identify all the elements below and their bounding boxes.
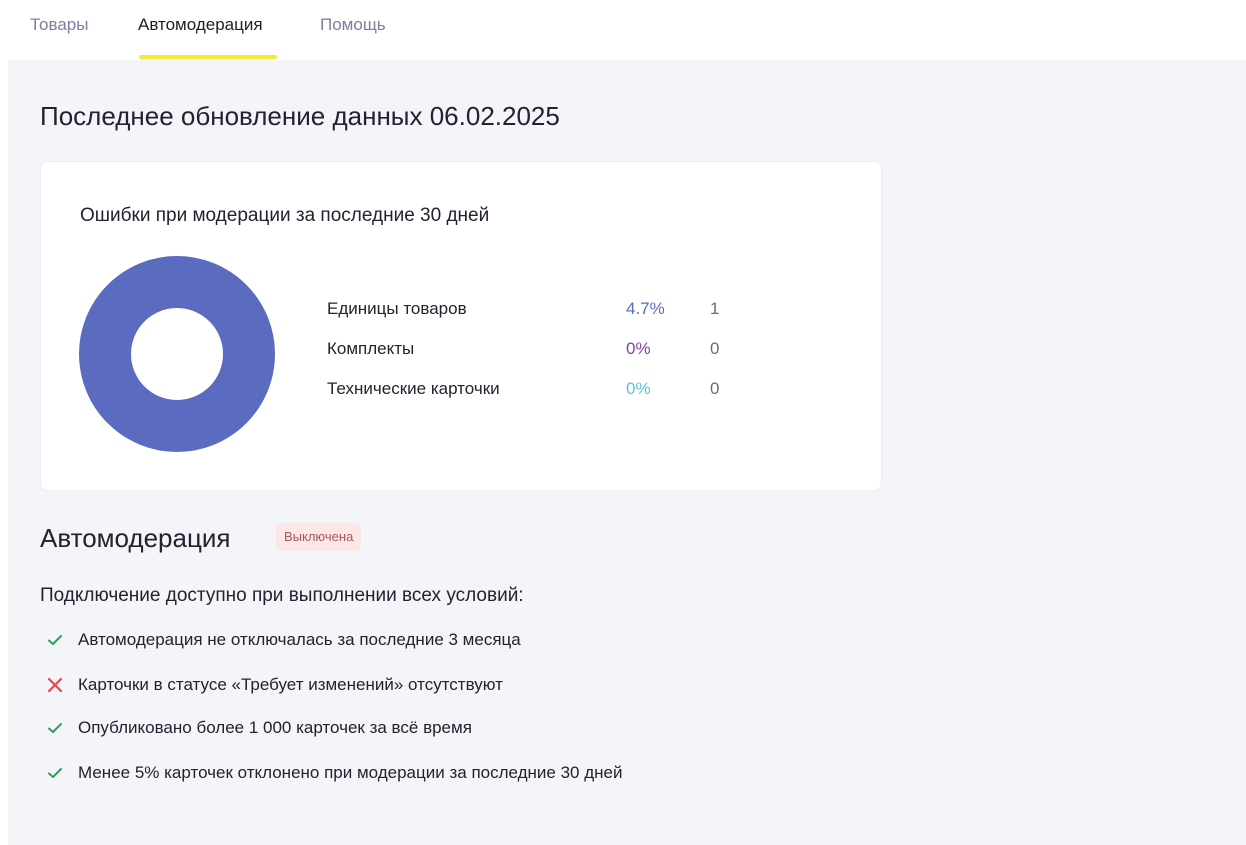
- condition-text: Опубликовано более 1 000 карточек за всё…: [78, 718, 472, 737]
- page-title: Последнее обновление данных 06.02.2025: [40, 101, 560, 131]
- tab-automoderation[interactable]: Автомодерация: [138, 14, 263, 36]
- check-icon: [48, 768, 62, 778]
- condition-text: Автомодерация не отключалась за последни…: [78, 630, 521, 649]
- condition-item: Менее 5% карточек отклонено при модераци…: [46, 761, 846, 785]
- check-icon: [48, 635, 62, 645]
- condition-text: Карточки в статусе «Требует изменений» о…: [78, 675, 503, 694]
- top-tabs: Товары Автомодерация Помощь: [0, 0, 1246, 60]
- tab-help[interactable]: Помощь: [320, 14, 386, 36]
- condition-item: Автомодерация не отключалась за последни…: [46, 628, 846, 652]
- legend-count: 1: [710, 299, 720, 318]
- legend-percent: 0%: [626, 339, 651, 358]
- moderation-errors-card: Ошибки при модерации за последние 30 дне…: [40, 161, 882, 491]
- condition-item: Опубликовано более 1 000 карточек за всё…: [46, 716, 846, 740]
- legend-percent: 4.7%: [626, 299, 665, 318]
- condition-item: Карточки в статусе «Требует изменений» о…: [46, 673, 846, 697]
- conditions-title: Подключение доступно при выполнении всех…: [40, 585, 524, 606]
- legend-percent: 0%: [626, 379, 651, 398]
- automoderation-title: Автомодерация: [40, 523, 231, 553]
- status-badge: Выключена: [276, 523, 362, 551]
- card-title: Ошибки при модерации за последние 30 дне…: [80, 205, 490, 226]
- legend-row-bundles: Комплекты 0% 0: [41, 337, 883, 361]
- active-tab-indicator: [139, 55, 277, 59]
- legend-row-units: Единицы товаров 4.7% 1: [41, 297, 883, 321]
- check-icon: [48, 723, 62, 733]
- legend-label: Комплекты: [327, 339, 415, 358]
- legend-count: 0: [710, 379, 720, 398]
- legend-label: Технические карточки: [327, 379, 500, 398]
- legend-row-technical-cards: Технические карточки 0% 0: [41, 377, 883, 401]
- legend-count: 0: [710, 339, 720, 358]
- main-content: Последнее обновление данных 06.02.2025 О…: [8, 60, 1246, 845]
- legend-label: Единицы товаров: [327, 299, 467, 318]
- tab-products[interactable]: Товары: [30, 14, 88, 36]
- cross-icon: [47, 677, 63, 693]
- condition-text: Менее 5% карточек отклонено при модераци…: [78, 763, 623, 782]
